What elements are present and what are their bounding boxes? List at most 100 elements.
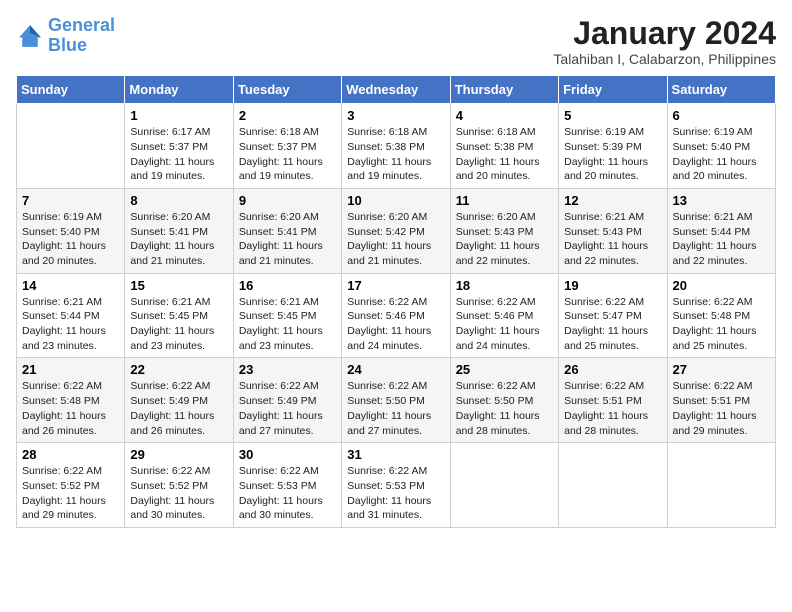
calendar-cell: 7Sunrise: 6:19 AM Sunset: 5:40 PM Daylig… [17, 188, 125, 273]
weekday-header-saturday: Saturday [667, 76, 775, 104]
day-info: Sunrise: 6:22 AM Sunset: 5:48 PM Dayligh… [673, 295, 770, 354]
calendar-cell: 8 Sunrise: 6:20 AM Sunset: 5:41 PM Daylig… [125, 188, 233, 273]
day-number: 27 [673, 362, 770, 377]
day-info: Sunrise: 6:20 AM Sunset: 5:42 PM Dayligh… [347, 210, 444, 269]
calendar-cell: 2 Sunrise: 6:18 AM Sunset: 5:37 PM Daylig… [233, 104, 341, 189]
page-header: General Blue January 2024 Talahiban I, C… [16, 16, 776, 67]
day-info: Sunrise: 6:17 AM Sunset: 5:37 PM Dayligh… [130, 125, 227, 184]
day-info: Sunrise: 6:21 AM Sunset: 5:45 PM Dayligh… [130, 295, 227, 354]
weekday-header-sunday: Sunday [17, 76, 125, 104]
calendar-cell: 23 Sunrise: 6:22 AM Sunset: 5:49 PM Dayli… [233, 358, 341, 443]
day-number: 23 [239, 362, 336, 377]
weekday-header-thursday: Thursday [450, 76, 558, 104]
location: Talahiban I, Calabarzon, Philippines [553, 51, 776, 67]
calendar-cell: 22 Sunrise: 6:22 AM Sunset: 5:49 PM Dayli… [125, 358, 233, 443]
day-info: Sunrise: 6:20 AM Sunset: 5:43 PM Dayligh… [456, 210, 553, 269]
day-info: Sunrise: 6:18 AM Sunset: 5:37 PM Dayligh… [239, 125, 336, 184]
day-info: Sunrise: 6:22 AM Sunset: 5:47 PM Dayligh… [564, 295, 661, 354]
calendar-table: SundayMondayTuesdayWednesdayThursdayFrid… [16, 75, 776, 528]
day-number: 3 [347, 108, 444, 123]
calendar-cell: 14 Sunrise: 6:21 AM Sunset: 5:44 PM Dayli… [17, 273, 125, 358]
calendar-cell: 26 Sunrise: 6:22 AM Sunset: 5:51 PM Dayli… [559, 358, 667, 443]
calendar-cell: 1 Sunrise: 6:17 AM Sunset: 5:37 PM Daylig… [125, 104, 233, 189]
day-info: Sunrise: 6:21 AM Sunset: 5:43 PM Dayligh… [564, 210, 661, 269]
day-info: Sunrise: 6:22 AM Sunset: 5:49 PM Dayligh… [239, 379, 336, 438]
day-info: Sunrise: 6:22 AM Sunset: 5:50 PM Dayligh… [456, 379, 553, 438]
calendar-cell: 30 Sunrise: 6:22 AM Sunset: 5:53 PM Dayli… [233, 443, 341, 528]
day-number: 8 [130, 193, 227, 208]
day-number: 26 [564, 362, 661, 377]
day-info: Sunrise: 6:19 AM Sunset: 5:40 PM Dayligh… [673, 125, 770, 184]
calendar-cell: 19 Sunrise: 6:22 AM Sunset: 5:47 PM Dayli… [559, 273, 667, 358]
day-number: 31 [347, 447, 444, 462]
day-number: 19 [564, 278, 661, 293]
day-info: Sunrise: 6:22 AM Sunset: 5:46 PM Dayligh… [456, 295, 553, 354]
calendar-cell [667, 443, 775, 528]
calendar-cell: 9Sunrise: 6:20 AM Sunset: 5:41 PM Daylig… [233, 188, 341, 273]
calendar-cell [17, 104, 125, 189]
calendar-cell [559, 443, 667, 528]
day-number: 13 [673, 193, 770, 208]
logo-line2: Blue [48, 35, 87, 55]
weekday-header-tuesday: Tuesday [233, 76, 341, 104]
day-number: 4 [456, 108, 553, 123]
day-info: Sunrise: 6:20 AM Sunset: 5:41 PM Dayligh… [130, 210, 227, 269]
calendar-cell: 18 Sunrise: 6:22 AM Sunset: 5:46 PM Dayli… [450, 273, 558, 358]
calendar-cell: 25 Sunrise: 6:22 AM Sunset: 5:50 PM Dayli… [450, 358, 558, 443]
day-number: 29 [130, 447, 227, 462]
day-number: 11 [456, 193, 553, 208]
day-info: Sunrise: 6:22 AM Sunset: 5:53 PM Dayligh… [347, 464, 444, 523]
day-number: 1 [130, 108, 227, 123]
day-number: 24 [347, 362, 444, 377]
day-number: 25 [456, 362, 553, 377]
title-block: January 2024 Talahiban I, Calabarzon, Ph… [553, 16, 776, 67]
calendar-cell: 17Sunrise: 6:22 AM Sunset: 5:46 PM Dayli… [342, 273, 450, 358]
day-number: 14 [22, 278, 119, 293]
calendar-week-4: 28Sunrise: 6:22 AM Sunset: 5:52 PM Dayli… [17, 443, 776, 528]
calendar-week-3: 21 Sunrise: 6:22 AM Sunset: 5:48 PM Dayli… [17, 358, 776, 443]
calendar-cell: 6 Sunrise: 6:19 AM Sunset: 5:40 PM Daylig… [667, 104, 775, 189]
day-number: 6 [673, 108, 770, 123]
logo: General Blue [16, 16, 115, 56]
day-number: 17 [347, 278, 444, 293]
calendar-cell: 12 Sunrise: 6:21 AM Sunset: 5:43 PM Dayli… [559, 188, 667, 273]
day-number: 22 [130, 362, 227, 377]
day-number: 21 [22, 362, 119, 377]
calendar-cell: 20Sunrise: 6:22 AM Sunset: 5:48 PM Dayli… [667, 273, 775, 358]
calendar-cell: 3 Sunrise: 6:18 AM Sunset: 5:38 PM Daylig… [342, 104, 450, 189]
month-year: January 2024 [553, 16, 776, 51]
calendar-cell: 24 Sunrise: 6:22 AM Sunset: 5:50 PM Dayli… [342, 358, 450, 443]
calendar-cell: 21 Sunrise: 6:22 AM Sunset: 5:48 PM Dayli… [17, 358, 125, 443]
weekday-header-wednesday: Wednesday [342, 76, 450, 104]
weekday-header-friday: Friday [559, 76, 667, 104]
calendar-cell: 28Sunrise: 6:22 AM Sunset: 5:52 PM Dayli… [17, 443, 125, 528]
calendar-week-2: 14 Sunrise: 6:21 AM Sunset: 5:44 PM Dayli… [17, 273, 776, 358]
calendar-cell [450, 443, 558, 528]
day-info: Sunrise: 6:22 AM Sunset: 5:53 PM Dayligh… [239, 464, 336, 523]
day-info: Sunrise: 6:22 AM Sunset: 5:51 PM Dayligh… [564, 379, 661, 438]
calendar-cell: 11 Sunrise: 6:20 AM Sunset: 5:43 PM Dayli… [450, 188, 558, 273]
day-info: Sunrise: 6:18 AM Sunset: 5:38 PM Dayligh… [347, 125, 444, 184]
day-info: Sunrise: 6:22 AM Sunset: 5:49 PM Dayligh… [130, 379, 227, 438]
day-info: Sunrise: 6:22 AM Sunset: 5:50 PM Dayligh… [347, 379, 444, 438]
logo-text: General Blue [48, 16, 115, 56]
calendar-cell: 5Sunrise: 6:19 AM Sunset: 5:39 PM Daylig… [559, 104, 667, 189]
day-info: Sunrise: 6:18 AM Sunset: 5:38 PM Dayligh… [456, 125, 553, 184]
day-info: Sunrise: 6:21 AM Sunset: 5:45 PM Dayligh… [239, 295, 336, 354]
calendar-cell: 31 Sunrise: 6:22 AM Sunset: 5:53 PM Dayli… [342, 443, 450, 528]
day-info: Sunrise: 6:22 AM Sunset: 5:51 PM Dayligh… [673, 379, 770, 438]
calendar-cell: 16Sunrise: 6:21 AM Sunset: 5:45 PM Dayli… [233, 273, 341, 358]
day-number: 12 [564, 193, 661, 208]
day-number: 18 [456, 278, 553, 293]
day-number: 30 [239, 447, 336, 462]
day-number: 7 [22, 193, 119, 208]
weekday-header-monday: Monday [125, 76, 233, 104]
calendar-week-0: 1 Sunrise: 6:17 AM Sunset: 5:37 PM Daylig… [17, 104, 776, 189]
day-number: 2 [239, 108, 336, 123]
day-info: Sunrise: 6:22 AM Sunset: 5:48 PM Dayligh… [22, 379, 119, 438]
day-info: Sunrise: 6:21 AM Sunset: 5:44 PM Dayligh… [22, 295, 119, 354]
calendar-cell: 4 Sunrise: 6:18 AM Sunset: 5:38 PM Daylig… [450, 104, 558, 189]
calendar-cell: 27 Sunrise: 6:22 AM Sunset: 5:51 PM Dayli… [667, 358, 775, 443]
day-info: Sunrise: 6:19 AM Sunset: 5:39 PM Dayligh… [564, 125, 661, 184]
logo-line1: General [48, 15, 115, 35]
